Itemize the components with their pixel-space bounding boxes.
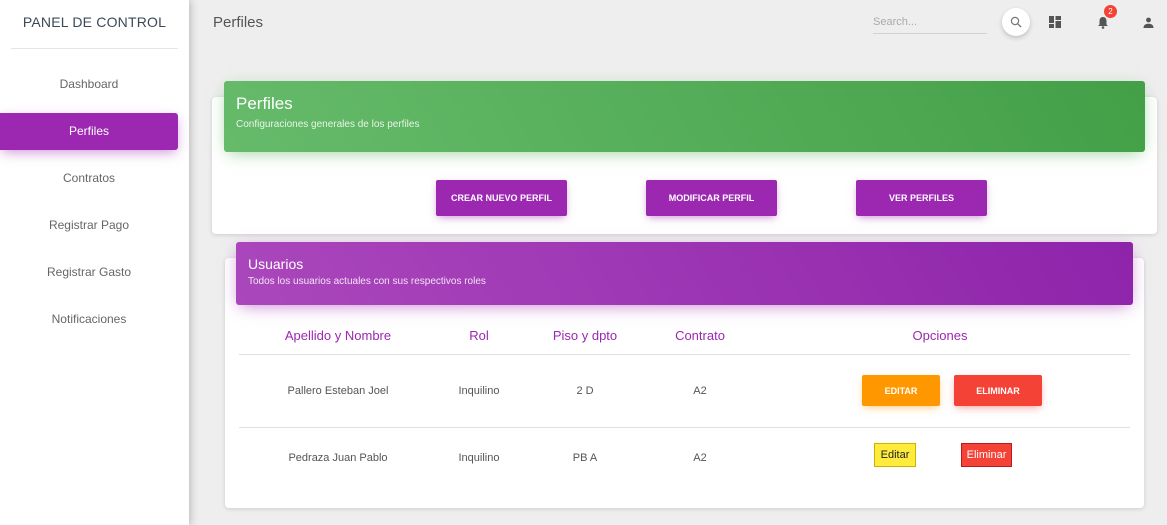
- profile-button[interactable]: [1137, 11, 1159, 33]
- sidebar-nav: Dashboard Perfiles Contratos Registrar P…: [0, 66, 189, 338]
- topbar: Perfiles 2: [189, 0, 1167, 48]
- search-icon: [1010, 16, 1022, 28]
- cell-role: Inquilino: [458, 452, 500, 464]
- create-profile-button[interactable]: CREAR NUEVO PERFIL: [436, 180, 567, 216]
- column-header-role: Rol: [469, 328, 489, 343]
- search-input[interactable]: [873, 10, 987, 34]
- edit-button[interactable]: Editar: [874, 443, 916, 467]
- delete-button[interactable]: Eliminar: [961, 443, 1012, 467]
- brand-title[interactable]: PANEL DE CONTROL: [0, 0, 189, 48]
- row-divider: [239, 427, 1130, 428]
- column-header-name: Apellido y Nombre: [284, 328, 392, 343]
- profiles-card-subtitle: Configuraciones generales de los perfile…: [236, 119, 420, 130]
- cell-name: Pedraza Juan Pablo: [288, 452, 388, 464]
- sidebar-item-registrar-gasto[interactable]: Registrar Gasto: [0, 254, 178, 291]
- notification-badge: 2: [1104, 5, 1117, 18]
- search-button[interactable]: [1002, 8, 1030, 36]
- users-card-header: Usuarios Todos los usuarios actuales con…: [236, 242, 1133, 305]
- sidebar-item-dashboard[interactable]: Dashboard: [0, 66, 178, 103]
- notifications-button[interactable]: 2: [1092, 5, 1117, 33]
- cell-role: Inquilino: [458, 385, 500, 397]
- brand-divider: [11, 48, 178, 49]
- sidebar-item-contratos[interactable]: Contratos: [0, 160, 178, 197]
- cell-contract: A2: [693, 452, 707, 464]
- profiles-card-header: Perfiles Configuraciones generales de lo…: [224, 81, 1145, 152]
- person-icon: [1143, 17, 1153, 28]
- view-profiles-button[interactable]: VER PERFILES: [856, 180, 987, 216]
- sidebar-item-notificaciones[interactable]: Notificaciones: [0, 301, 178, 338]
- delete-button[interactable]: ELIMINAR: [954, 375, 1042, 406]
- sidebar-item-perfiles[interactable]: Perfiles: [0, 113, 178, 150]
- cell-unit: PB A: [572, 452, 598, 464]
- dashboard-icon: [1049, 16, 1061, 28]
- table-header-divider: [239, 354, 1130, 355]
- cell-contract: A2: [693, 385, 707, 397]
- sidebar: PANEL DE CONTROL Dashboard Perfiles Cont…: [0, 0, 189, 525]
- page-title: Perfiles: [213, 14, 264, 31]
- sidebar-item-registrar-pago[interactable]: Registrar Pago: [0, 207, 178, 244]
- modify-profile-button[interactable]: MODIFICAR PERFIL: [646, 180, 777, 216]
- users-card-subtitle: Todos los usuarios actuales con sus resp…: [248, 276, 486, 287]
- profiles-card-title: Perfiles: [236, 94, 293, 113]
- users-card-title: Usuarios: [248, 256, 304, 272]
- edit-button[interactable]: EDITAR: [862, 375, 940, 406]
- column-header-options: Opciones: [912, 328, 968, 343]
- column-header-contract: Contrato: [675, 328, 725, 343]
- cell-unit: 2 D: [576, 385, 594, 397]
- cell-name: Pallero Esteban Joel: [287, 385, 389, 397]
- column-header-unit: Piso y dpto: [552, 328, 618, 343]
- dashboard-button[interactable]: [1044, 11, 1066, 33]
